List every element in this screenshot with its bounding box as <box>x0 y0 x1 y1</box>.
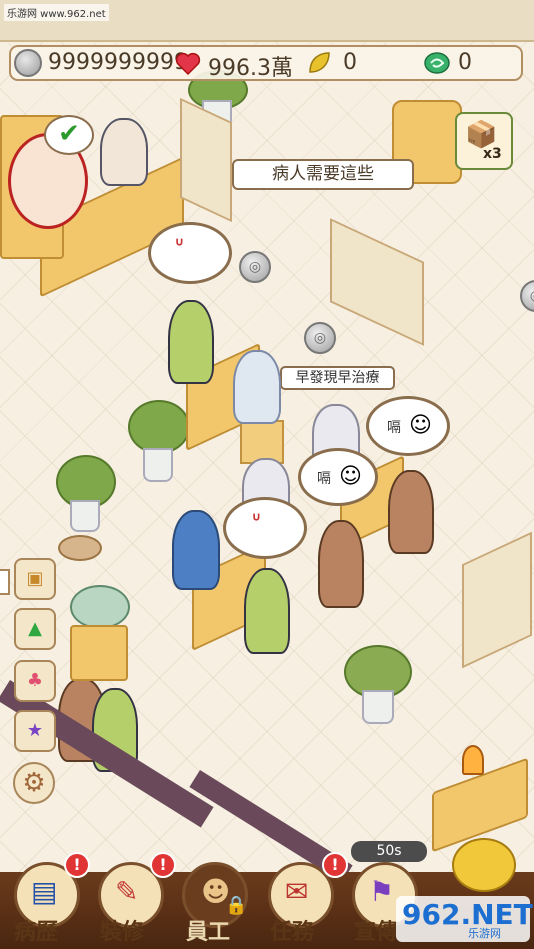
countdown-timer: 50s <box>351 841 427 862</box>
supply-box-button[interactable]: 📦 x3 <box>455 112 513 170</box>
supply-box-count: x3 <box>483 146 502 162</box>
partition-wall <box>330 218 424 346</box>
folding-screen <box>462 531 532 669</box>
tongue-symptom-icon: ᐡ <box>252 510 261 535</box>
tasks-alert-badge: ! <box>322 852 348 878</box>
treasure-chest-button[interactable]: ▣ <box>14 558 56 600</box>
patient-character[interactable] <box>172 510 220 590</box>
plant-pot-left-2 <box>70 500 100 532</box>
jade-count: 0 <box>458 50 472 75</box>
floor-coin-icon[interactable]: ◎ <box>304 322 336 354</box>
purple-star-icon: ★ <box>26 720 44 741</box>
patient-symptom-bubble: 嗝 ☺ <box>298 448 378 506</box>
potted-plant-left <box>128 400 190 454</box>
hiccup-text: 嗝 <box>317 471 331 487</box>
cracked-egg-decoration <box>58 535 102 561</box>
patient-symptom-bubble: ᐡ <box>148 222 232 284</box>
decorate-alert-badge: ! <box>150 852 176 878</box>
doctor-character[interactable] <box>168 300 214 384</box>
tongue-symptom-icon: ᐡ <box>175 235 184 260</box>
plant-pot-left <box>143 448 173 482</box>
candle-icon <box>462 745 484 775</box>
site-logo-subtext: 乐游网 <box>468 927 501 940</box>
slogan-banner: 早發現早治療 <box>280 366 395 390</box>
heart-icon <box>175 52 201 76</box>
banner-icon: ⚑ <box>369 875 395 908</box>
favorite-button[interactable]: ★ <box>14 710 56 752</box>
records-alert-badge: ! <box>64 852 90 878</box>
coin-dispenser-stand <box>70 625 128 681</box>
paint-brush-icon: ✎ <box>115 875 139 908</box>
silver-coin-icon <box>14 49 42 77</box>
reputation-count: 996.3萬 <box>208 56 293 81</box>
check-mark-icon: ✔ <box>44 115 94 155</box>
medical-records-label: 病歷 <box>14 919 59 945</box>
book-icon: ▤ <box>31 875 58 908</box>
promotion-label: 宣傳 <box>354 919 399 945</box>
floor-coin-icon[interactable]: ◎ <box>520 280 534 312</box>
upgrade-button[interactable]: ▲ <box>14 608 56 650</box>
hiccup-text: 嗝 <box>387 420 401 436</box>
patient-symptom-bubble: 嗝 ☺ <box>366 396 450 456</box>
clothes-icon: ♣ <box>26 670 44 691</box>
floor-coin-icon[interactable]: ◎ <box>239 251 271 283</box>
doctor-character[interactable] <box>244 568 290 654</box>
game-scene[interactable]: 乐游网 www.962.net ✔ 📦 x3 病人需要這些 ◎ ◎ ◎ 早發現早… <box>0 0 534 949</box>
gold-gourd-icon[interactable] <box>452 838 516 892</box>
scroll-icon: ✉ <box>285 875 309 908</box>
settings-button[interactable]: ⚙ <box>13 762 55 804</box>
coin-count: 9999999999 <box>48 50 188 75</box>
tasks-label: 任務 <box>270 919 315 945</box>
patient-symptom-bubble: ᐡ <box>223 497 307 559</box>
leaf-count: 0 <box>343 50 357 75</box>
site-watermark: 乐游网 www.962.net <box>4 4 109 21</box>
staff-label: 員工 <box>186 919 231 945</box>
patient-character[interactable] <box>233 350 281 424</box>
plant-pot-right <box>362 690 394 724</box>
coin-dispenser[interactable] <box>70 585 130 629</box>
gear-icon: ⚙ <box>22 768 46 798</box>
green-arrow-up-icon: ▲ <box>28 618 42 639</box>
treasure-chest-icon: ▣ <box>26 568 44 589</box>
outfit-button[interactable]: ♣ <box>14 660 56 702</box>
gold-leaf-icon <box>309 52 330 73</box>
side-menu-tab[interactable] <box>0 569 10 595</box>
face-icon: ☺ <box>339 464 362 489</box>
doctor-character[interactable] <box>318 520 364 608</box>
receptionist-character[interactable] <box>100 118 148 186</box>
lock-icon: 🔒 <box>225 895 248 916</box>
hint-message: 病人需要這些 <box>232 159 414 190</box>
jade-icon <box>424 52 450 74</box>
doctor-character[interactable] <box>388 470 434 554</box>
face-icon: ☺ <box>409 413 432 438</box>
decorate-label: 裝修 <box>100 919 145 945</box>
